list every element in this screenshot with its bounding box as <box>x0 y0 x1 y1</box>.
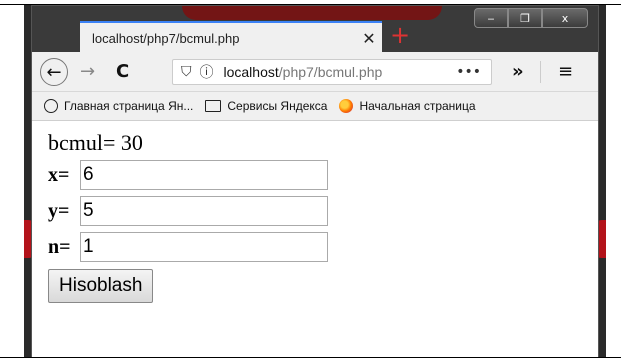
bookmark-label: Главная страница Ян... <box>64 99 194 113</box>
x-row: x= <box>48 157 328 193</box>
bookmark-start-page[interactable]: Начальная страница <box>339 99 476 113</box>
globe-icon <box>44 99 58 113</box>
overflow-menu-icon[interactable]: » <box>512 61 524 82</box>
x-label: x= <box>48 163 70 186</box>
bookmark-label: Начальная страница <box>359 99 476 113</box>
y-input[interactable] <box>80 196 328 226</box>
titlebar-glow <box>182 6 442 20</box>
reload-icon[interactable]: C <box>116 61 129 82</box>
active-tab[interactable]: localhost/php7/bcmul.php ✕ <box>80 21 382 53</box>
firefox-icon <box>339 99 354 113</box>
bookmark-yandex-home[interactable]: Главная страница Ян... <box>44 99 193 113</box>
toolbar-separator <box>540 61 541 83</box>
url-bar[interactable]: ⛉ ⓘ localhost/php7/bcmul.php ••• <box>172 59 492 85</box>
bookmark-yandex-services[interactable]: Сервисы Яндекса <box>205 99 327 113</box>
y-label: y= <box>48 199 70 222</box>
bookmark-label: Сервисы Яндекса <box>227 99 328 113</box>
info-icon[interactable]: ⓘ <box>200 62 214 82</box>
url-text: localhost/php7/bcmul.php <box>224 64 383 80</box>
y-row: y= <box>48 193 328 229</box>
navigation-toolbar: ← → C ⛉ ⓘ localhost/php7/bcmul.php ••• »… <box>32 53 598 92</box>
bookmarks-toolbar: Главная страница Ян... Сервисы Яндекса Н… <box>32 92 598 121</box>
n-input[interactable] <box>80 232 328 262</box>
new-tab-icon[interactable]: + <box>390 20 410 50</box>
x-input[interactable] <box>80 160 328 190</box>
tab-title: localhost/php7/bcmul.php <box>92 30 240 46</box>
window-controls: ‒ ❐ x <box>474 8 588 28</box>
n-row: n= <box>48 229 328 265</box>
browser-window: ‒ ❐ x localhost/php7/bcmul.php ✕ + ← → C… <box>31 5 599 358</box>
page-content: bcmul= 30 x= y= n= Hisoblash <box>32 121 598 358</box>
back-button[interactable]: ← <box>40 58 68 86</box>
page-actions-icon[interactable]: ••• <box>456 64 481 80</box>
forward-arrow-icon[interactable]: → <box>80 61 95 82</box>
back-arrow-icon: ← <box>46 61 62 83</box>
url-path: /php7/bcmul.php <box>278 64 383 80</box>
result-text: bcmul= 30 <box>48 130 143 155</box>
maximize-button[interactable]: ❐ <box>508 8 542 28</box>
bottom-rule <box>0 357 621 358</box>
minimize-button[interactable]: ‒ <box>474 8 508 28</box>
n-label: n= <box>48 235 71 258</box>
folder-icon <box>205 100 222 112</box>
tab-close-icon[interactable]: ✕ <box>356 29 382 48</box>
url-host: localhost <box>223 64 279 80</box>
shield-icon[interactable]: ⛉ <box>181 64 192 80</box>
close-window-button[interactable]: x <box>542 8 588 28</box>
hamburger-menu-icon[interactable]: ≡ <box>558 61 573 82</box>
hisoblash-button[interactable]: Hisoblash <box>48 269 154 303</box>
